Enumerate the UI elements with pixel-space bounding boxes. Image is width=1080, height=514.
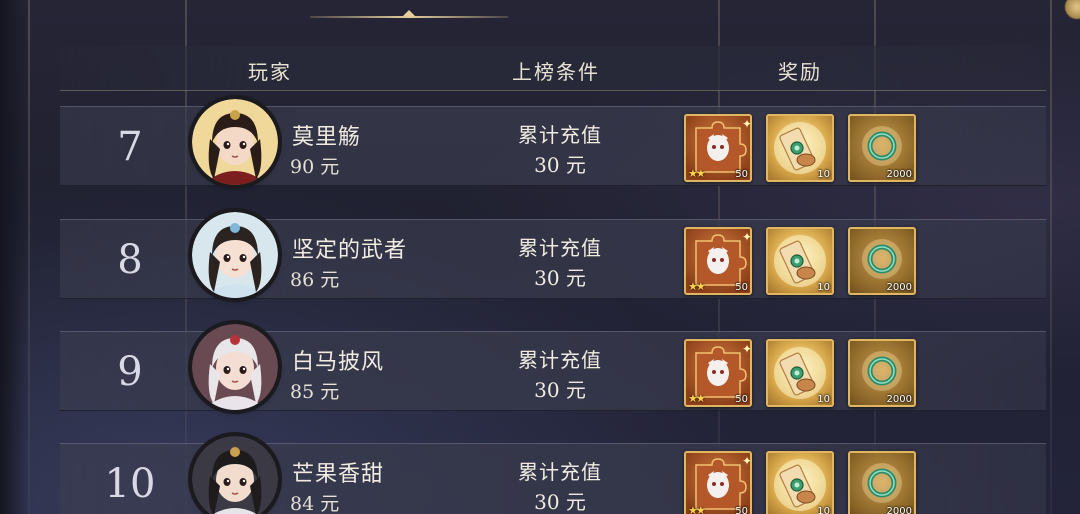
condition-label: 累计充值 [518,460,602,484]
svg-text:✦: ✦ [742,117,752,131]
reward-count: 50 [735,169,748,180]
reward-count: 10 [817,282,830,293]
reward-count: 2000 [886,282,912,293]
reward-count: 50 [735,506,748,514]
rank-number: 10 [104,461,156,507]
leaderboard-row-7: 7 莫里觞 90 元 累计充值 30 元 ✦ ★★ 50 10 2000 [60,99,1046,186]
pillar-decoration [28,0,30,514]
reward-count: 10 [817,169,830,180]
tab-caret-icon [403,10,415,16]
puzzle-fragment-reward[interactable]: ✦ ★★ 50 [684,451,752,514]
condition-amount: 30 元 [534,378,586,402]
player-recharge-amount: 84 元 [290,493,340,514]
puzzle-fragment-reward[interactable]: ✦ ★★ 50 [684,114,752,182]
scroll-icon [774,459,826,511]
reward-count: 2000 [886,169,912,180]
scroll-reward[interactable]: 10 [766,227,834,295]
rank-number: 8 [117,237,143,283]
star-rating-icon: ★★ [688,280,706,293]
pillar-decoration [1050,0,1052,514]
reward-count: 2000 [886,506,912,514]
jade-ring-reward[interactable]: 2000 [848,114,916,182]
player-recharge-amount: 86 元 [290,269,340,291]
header-reward: 奖励 [778,60,822,84]
svg-text:✦: ✦ [742,230,752,244]
player-name: 坚定的武者 [292,238,408,263]
condition-amount: 30 元 [534,266,586,290]
jade-ring-icon [862,463,902,503]
avatar[interactable] [192,436,278,514]
player-recharge-amount: 90 元 [290,156,340,178]
jade-ring-reward[interactable]: 2000 [848,339,916,407]
left-frame-decoration [0,0,30,514]
avatar[interactable] [192,99,278,185]
avatar[interactable] [192,324,278,410]
condition-amount: 30 元 [534,153,586,177]
player-recharge-amount: 85 元 [290,381,340,403]
jade-ring-reward[interactable]: 2000 [848,227,916,295]
corner-ornament-icon [1064,0,1080,20]
scroll-reward[interactable]: 10 [766,451,834,514]
puzzle-fragment-reward[interactable]: ✦ ★★ 50 [684,227,752,295]
rank-number: 9 [117,349,143,395]
active-tab-indicator [310,16,508,18]
table-header: 玩家 上榜条件 奖励 [60,46,1046,91]
reward-count: 50 [735,394,748,405]
scroll-reward[interactable]: 10 [766,339,834,407]
puzzle-fragment-reward[interactable]: ✦ ★★ 50 [684,339,752,407]
reward-count: 10 [817,394,830,405]
player-name: 白马披风 [292,350,385,375]
player-name: 芒果香甜 [292,462,385,487]
leaderboard-row-8: 8 坚定的武者 86 元 累计充值 30 元 ✦ ★★ 50 10 2000 [60,212,1046,299]
star-rating-icon: ★★ [688,392,706,405]
condition-label: 累计充值 [518,236,602,260]
condition-amount: 30 元 [534,490,586,514]
reward-count: 10 [817,506,830,514]
reward-count: 2000 [886,394,912,405]
leaderboard-screen: 玩家 上榜条件 奖励 7 莫里觞 90 元 累计充值 30 元 ✦ ★★ 50 10… [0,0,1080,514]
player-name: 莫里觞 [292,125,362,150]
avatar[interactable] [192,212,278,298]
header-condition: 上榜条件 [512,60,600,84]
star-rating-icon: ★★ [688,167,706,180]
condition-label: 累计充值 [518,348,602,372]
header-player: 玩家 [248,60,292,84]
leaderboard-row-9: 9 白马披风 85 元 累计充值 30 元 ✦ ★★ 50 10 2000 [60,324,1046,411]
svg-text:✦: ✦ [742,342,752,356]
condition-label: 累计充值 [518,123,602,147]
scroll-reward[interactable]: 10 [766,114,834,182]
rank-number: 7 [117,124,143,170]
leaderboard-row-10: 10 芒果香甜 84 元 累计充值 30 元 ✦ ★★ 50 10 2000 [60,436,1046,514]
svg-text:✦: ✦ [742,454,752,468]
star-rating-icon: ★★ [688,504,706,514]
reward-count: 50 [735,282,748,293]
jade-ring-reward[interactable]: 2000 [848,451,916,514]
